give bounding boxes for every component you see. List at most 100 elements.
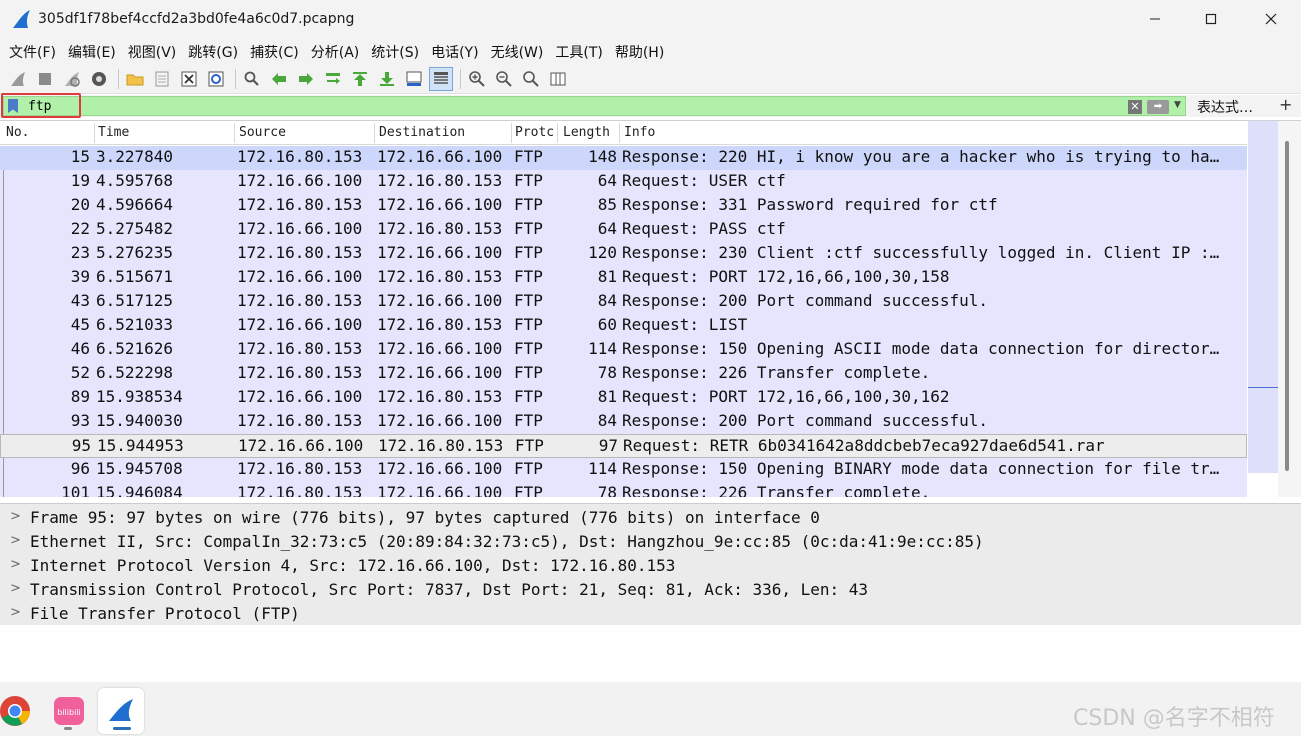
menu-capture[interactable]: 捕获(C) bbox=[250, 42, 299, 62]
packet-source: 172.16.80.153 bbox=[237, 291, 363, 310]
chevron-right-icon[interactable]: > bbox=[10, 533, 21, 548]
go-back-button[interactable] bbox=[267, 67, 291, 91]
go-to-packet-button[interactable] bbox=[321, 67, 345, 91]
stop-capture-button[interactable] bbox=[33, 67, 57, 91]
expression-button[interactable]: 表达式… bbox=[1197, 97, 1253, 117]
menu-statistics[interactable]: 统计(S) bbox=[371, 42, 419, 62]
go-forward-button[interactable] bbox=[294, 67, 318, 91]
open-file-button[interactable] bbox=[123, 67, 147, 91]
menu-wireless[interactable]: 无线(W) bbox=[491, 42, 544, 62]
zoom-out-button[interactable] bbox=[492, 67, 516, 91]
packet-destination: 172.16.80.153 bbox=[377, 171, 503, 190]
minimize-button[interactable] bbox=[1127, 0, 1183, 38]
zoom-normal-button[interactable] bbox=[519, 67, 543, 91]
colorize-button[interactable] bbox=[429, 67, 453, 91]
menu-go[interactable]: 跳转(G) bbox=[188, 42, 238, 62]
packet-info: Response: 200 Port command successful. bbox=[622, 411, 989, 430]
packet-row[interactable]: 93 15.940030 172.16.80.153 172.16.66.100… bbox=[0, 410, 1247, 434]
menu-telephony[interactable]: 电话(Y) bbox=[431, 42, 478, 62]
taskbar-chrome[interactable] bbox=[0, 688, 38, 734]
resize-columns-button[interactable] bbox=[546, 67, 570, 91]
packet-row[interactable]: 23 5.276235 172.16.80.153 172.16.66.100 … bbox=[0, 242, 1247, 266]
menu-tools[interactable]: 工具(T) bbox=[555, 42, 602, 62]
apply-filter-icon[interactable]: ➡ bbox=[1147, 100, 1169, 114]
packet-row[interactable]: 39 6.515671 172.16.66.100 172.16.80.153 … bbox=[0, 266, 1247, 290]
capture-options-button[interactable] bbox=[87, 67, 111, 91]
packet-source: 172.16.80.153 bbox=[237, 459, 363, 478]
packet-length: 114 bbox=[588, 459, 617, 478]
packet-info: Response: 230 Client :ctf successfully l… bbox=[622, 243, 1220, 262]
add-filter-button[interactable]: + bbox=[1279, 95, 1292, 114]
close-button[interactable] bbox=[1243, 0, 1299, 38]
packet-list-scrollbar[interactable] bbox=[1278, 121, 1301, 497]
packet-length: 60 bbox=[597, 315, 617, 334]
column-protocol[interactable]: Protc bbox=[515, 125, 555, 140]
options-gear-icon bbox=[92, 72, 106, 86]
column-length[interactable]: Length bbox=[563, 125, 619, 140]
start-capture-button[interactable] bbox=[6, 67, 30, 91]
autoscroll-button[interactable] bbox=[402, 67, 426, 91]
restart-capture-button[interactable] bbox=[60, 67, 84, 91]
svg-text:bilibili: bilibili bbox=[57, 708, 81, 717]
toolbar-separator bbox=[235, 69, 236, 89]
packet-row[interactable]: 19 4.595768 172.16.66.100 172.16.80.153 … bbox=[0, 170, 1247, 194]
packet-info: Response: 226 Transfer complete. bbox=[622, 363, 931, 382]
bilibili-icon: bilibili bbox=[54, 697, 84, 725]
close-file-button[interactable] bbox=[177, 67, 201, 91]
packet-row[interactable]: 46 6.521626 172.16.80.153 172.16.66.100 … bbox=[0, 338, 1247, 362]
packet-row-selected[interactable]: 95 15.944953 172.16.66.100 172.16.80.153… bbox=[0, 434, 1247, 458]
column-no[interactable]: No. bbox=[6, 125, 92, 140]
packet-no: 39 bbox=[70, 267, 90, 286]
column-time[interactable]: Time bbox=[98, 125, 232, 140]
maximize-button[interactable] bbox=[1183, 0, 1239, 38]
go-last-button[interactable] bbox=[375, 67, 399, 91]
reload-file-button[interactable] bbox=[204, 67, 228, 91]
packet-protocol: FTP bbox=[514, 171, 543, 190]
packet-source: 172.16.66.100 bbox=[237, 315, 363, 334]
chevron-down-icon[interactable]: ▼ bbox=[1174, 100, 1181, 110]
packet-destination: 172.16.80.153 bbox=[377, 219, 503, 238]
detail-row-ip[interactable]: > Internet Protocol Version 4, Src: 172.… bbox=[0, 554, 1301, 578]
column-source[interactable]: Source bbox=[239, 125, 373, 140]
chevron-right-icon[interactable]: > bbox=[10, 581, 21, 596]
window-title: 305df1f78bef4ccfd2a3bd0fe4a6c0d7.pcapng bbox=[38, 11, 355, 27]
save-file-button[interactable] bbox=[150, 67, 174, 91]
packet-length: 78 bbox=[597, 483, 617, 497]
zoom-normal-icon bbox=[523, 71, 539, 87]
menu-edit[interactable]: 编辑(E) bbox=[68, 42, 116, 62]
column-divider bbox=[511, 123, 512, 143]
clear-filter-icon[interactable]: ✕ bbox=[1128, 100, 1142, 114]
go-first-button[interactable] bbox=[348, 67, 372, 91]
display-filter-input[interactable]: ftp ✕ ➡ ▼ bbox=[3, 96, 1186, 116]
packet-row[interactable]: 20 4.596664 172.16.80.153 172.16.66.100 … bbox=[0, 194, 1247, 218]
detail-row-ftp[interactable]: > File Transfer Protocol (FTP) bbox=[0, 602, 1301, 626]
scrollbar-thumb[interactable] bbox=[1285, 141, 1289, 471]
menu-analyze[interactable]: 分析(A) bbox=[311, 42, 360, 62]
packet-minimap[interactable] bbox=[1248, 121, 1278, 473]
packet-info: Request: LIST bbox=[622, 315, 748, 334]
column-destination[interactable]: Destination bbox=[379, 125, 509, 140]
detail-row-tcp[interactable]: > Transmission Control Protocol, Src Por… bbox=[0, 578, 1301, 602]
detail-row-ethernet[interactable]: > Ethernet II, Src: CompalIn_32:73:c5 (2… bbox=[0, 530, 1301, 554]
packet-row[interactable]: 89 15.938534 172.16.66.100 172.16.80.153… bbox=[0, 386, 1247, 410]
chevron-right-icon[interactable]: > bbox=[10, 509, 21, 524]
packet-row[interactable]: 45 6.521033 172.16.66.100 172.16.80.153 … bbox=[0, 314, 1247, 338]
zoom-in-button[interactable] bbox=[465, 67, 489, 91]
menu-help[interactable]: 帮助(H) bbox=[615, 42, 664, 62]
detail-row-frame[interactable]: > Frame 95: 97 bytes on wire (776 bits),… bbox=[0, 506, 1301, 530]
packet-row[interactable]: 22 5.275482 172.16.66.100 172.16.80.153 … bbox=[0, 218, 1247, 242]
packet-row[interactable]: 96 15.945708 172.16.80.153 172.16.66.100… bbox=[0, 458, 1247, 482]
packet-row[interactable]: 43 6.517125 172.16.80.153 172.16.66.100 … bbox=[0, 290, 1247, 314]
find-packet-button[interactable] bbox=[240, 67, 264, 91]
column-info[interactable]: Info bbox=[624, 125, 924, 140]
packet-row[interactable]: 101 15.946084 172.16.80.153 172.16.66.10… bbox=[0, 482, 1247, 497]
open-folder-icon bbox=[126, 74, 144, 86]
chevron-right-icon[interactable]: > bbox=[10, 605, 21, 620]
packet-row[interactable]: 15 3.227840 172.16.80.153 172.16.66.100 … bbox=[0, 146, 1247, 170]
packet-row[interactable]: 52 6.522298 172.16.80.153 172.16.66.100 … bbox=[0, 362, 1247, 386]
chevron-right-icon[interactable]: > bbox=[10, 557, 21, 572]
packet-no: 15 bbox=[70, 147, 90, 166]
menu-file[interactable]: 文件(F) bbox=[9, 42, 56, 62]
menu-view[interactable]: 视图(V) bbox=[128, 42, 177, 62]
annotation-highlight-box bbox=[1, 93, 81, 118]
